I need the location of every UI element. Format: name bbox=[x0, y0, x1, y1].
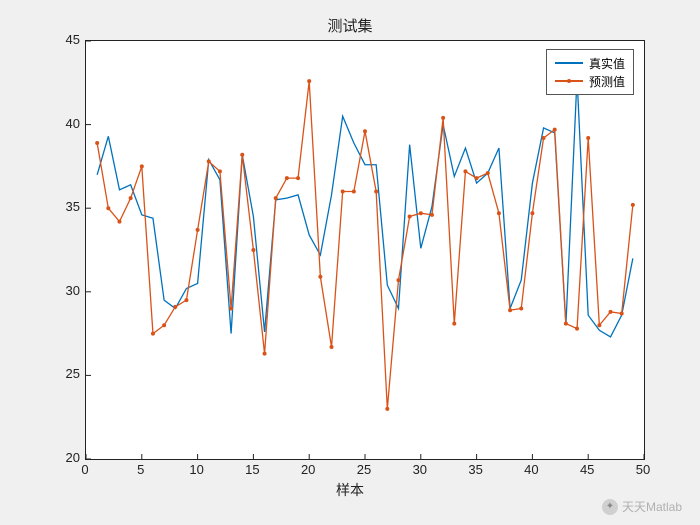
series-marker bbox=[162, 323, 166, 327]
series-marker bbox=[586, 136, 590, 140]
x-tick-label: 5 bbox=[126, 462, 156, 477]
series-marker bbox=[497, 211, 501, 215]
series-marker bbox=[519, 307, 523, 311]
series-marker bbox=[396, 278, 400, 282]
series-marker bbox=[330, 345, 334, 349]
watermark-text: 天天Matlab bbox=[622, 498, 682, 515]
series-marker bbox=[184, 298, 188, 302]
series-marker bbox=[251, 248, 255, 252]
x-tick-label: 0 bbox=[70, 462, 100, 477]
y-tick-label: 30 bbox=[50, 283, 80, 298]
wechat-icon: ✦ bbox=[602, 499, 618, 515]
series-marker bbox=[530, 211, 534, 215]
legend-swatch-pred bbox=[555, 76, 583, 86]
chart-svg bbox=[86, 41, 644, 459]
series-marker bbox=[218, 169, 222, 173]
series-marker bbox=[196, 228, 200, 232]
x-tick-label: 25 bbox=[349, 462, 379, 477]
series-marker bbox=[542, 136, 546, 140]
series-marker bbox=[463, 169, 467, 173]
chart-container: 测试集 真实值 预测值 样本 ✦ 天天Matlab 20 25 30 35 40 45 0 5… bbox=[0, 0, 700, 525]
series-marker bbox=[285, 176, 289, 180]
series-marker bbox=[151, 332, 155, 336]
series-marker bbox=[575, 327, 579, 331]
legend-swatch-true bbox=[555, 58, 583, 68]
series-marker bbox=[352, 189, 356, 193]
series-marker bbox=[106, 206, 110, 210]
x-tick-label: 20 bbox=[293, 462, 323, 477]
series-marker bbox=[486, 171, 490, 175]
series-marker bbox=[229, 307, 233, 311]
series-marker bbox=[564, 322, 568, 326]
series-marker bbox=[430, 213, 434, 217]
series-marker bbox=[631, 203, 635, 207]
chart-title: 测试集 bbox=[0, 15, 700, 36]
series-marker bbox=[117, 220, 121, 224]
series-marker bbox=[95, 141, 99, 145]
series-marker bbox=[307, 79, 311, 83]
series-marker bbox=[274, 196, 278, 200]
series-marker bbox=[207, 159, 211, 163]
series-marker bbox=[263, 352, 267, 356]
series-marker bbox=[140, 164, 144, 168]
series-marker bbox=[296, 176, 300, 180]
x-tick-label: 45 bbox=[572, 462, 602, 477]
series-marker bbox=[609, 310, 613, 314]
series-marker bbox=[374, 189, 378, 193]
legend-entry-true: 真实值 bbox=[555, 54, 625, 72]
series-marker bbox=[173, 305, 177, 309]
y-tick-label: 25 bbox=[50, 366, 80, 381]
x-tick-label: 10 bbox=[182, 462, 212, 477]
plot-area: 真实值 预测值 bbox=[85, 40, 645, 460]
series-marker bbox=[597, 323, 601, 327]
legend-label-true: 真实值 bbox=[589, 55, 625, 72]
series-marker bbox=[441, 116, 445, 120]
series-line bbox=[97, 78, 633, 337]
series-marker bbox=[408, 215, 412, 219]
x-tick-label: 40 bbox=[516, 462, 546, 477]
series-marker bbox=[341, 189, 345, 193]
series-marker bbox=[452, 322, 456, 326]
x-axis-label: 样本 bbox=[0, 480, 700, 500]
series-marker bbox=[620, 312, 624, 316]
legend: 真实值 预测值 bbox=[546, 49, 634, 95]
y-tick-label: 35 bbox=[50, 199, 80, 214]
series-marker bbox=[508, 308, 512, 312]
legend-label-pred: 预测值 bbox=[589, 73, 625, 90]
watermark: ✦ 天天Matlab bbox=[602, 498, 682, 515]
y-tick-label: 40 bbox=[50, 116, 80, 131]
series-marker bbox=[240, 153, 244, 157]
x-tick-label: 35 bbox=[461, 462, 491, 477]
series-marker bbox=[129, 196, 133, 200]
series-marker bbox=[419, 211, 423, 215]
legend-entry-pred: 预测值 bbox=[555, 72, 625, 90]
series-marker bbox=[318, 275, 322, 279]
series-marker bbox=[385, 407, 389, 411]
x-tick-label: 15 bbox=[237, 462, 267, 477]
x-tick-label: 50 bbox=[628, 462, 658, 477]
series-marker bbox=[363, 129, 367, 133]
y-tick-label: 45 bbox=[50, 32, 80, 47]
x-tick-label: 30 bbox=[405, 462, 435, 477]
series-marker bbox=[553, 128, 557, 132]
series-marker bbox=[475, 176, 479, 180]
